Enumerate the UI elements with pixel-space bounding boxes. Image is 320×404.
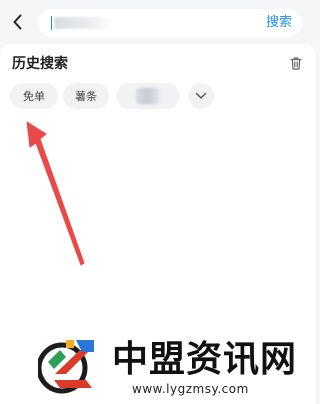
- expand-history-button[interactable]: [188, 83, 214, 109]
- history-chip-free-order[interactable]: 免单: [10, 83, 58, 109]
- chevron-left-icon: [13, 14, 22, 30]
- history-title: 历史搜索: [12, 56, 68, 72]
- redacted-chip-text: [136, 88, 160, 104]
- history-chip-fries[interactable]: 薯条: [63, 83, 109, 109]
- watermark-brand-text: 中盟资讯网: [112, 339, 298, 380]
- back-button[interactable]: [8, 11, 28, 33]
- redacted-search-text: [54, 17, 112, 29]
- trash-icon: [290, 56, 302, 70]
- clear-history-button[interactable]: [287, 54, 305, 72]
- chevron-down-icon: [195, 92, 207, 99]
- top-bar: 搜索: [0, 0, 315, 44]
- search-box[interactable]: 搜索: [38, 9, 302, 37]
- watermark-logo: [38, 340, 94, 394]
- watermark: 中盟资讯网 www.lygzmsy.com: [0, 322, 315, 404]
- watermark-domain: www.lygzmsy.com: [132, 382, 249, 396]
- search-button[interactable]: 搜索: [266, 14, 292, 32]
- text-caret: [51, 16, 52, 30]
- history-chip-list: 免单 薯条: [10, 83, 310, 109]
- history-chip-redacted[interactable]: [116, 83, 180, 109]
